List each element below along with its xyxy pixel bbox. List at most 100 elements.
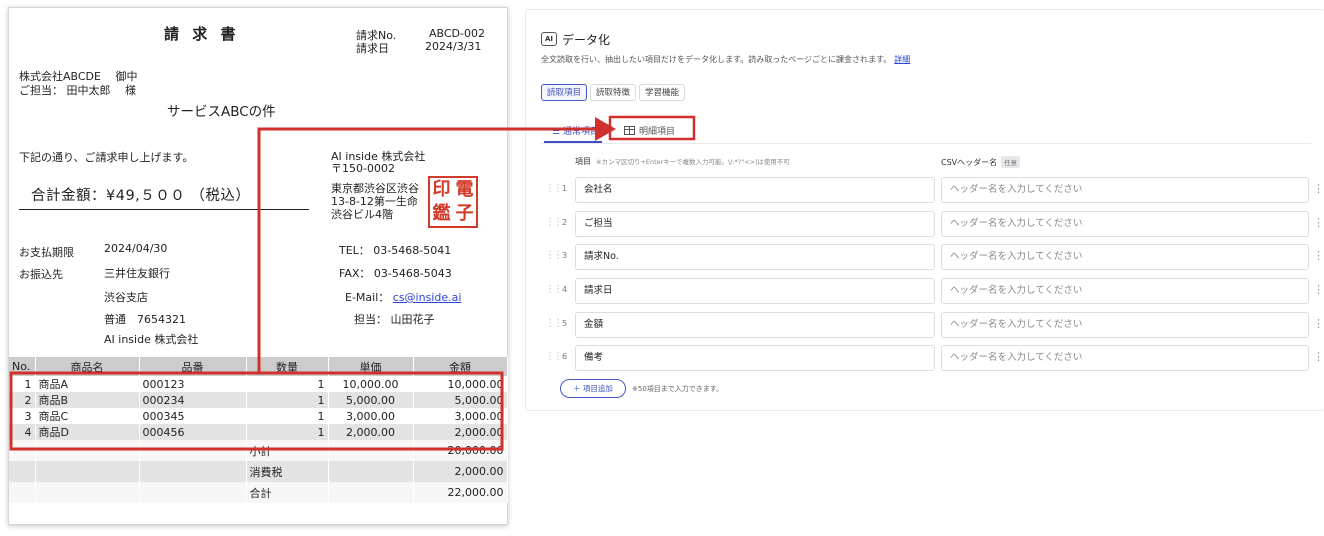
bank-label: お振込先 <box>19 268 63 281</box>
cell-amount: 5,000.00 <box>413 392 508 408</box>
cell-code: 000345 <box>139 408 247 424</box>
detail-link[interactable]: 詳細 <box>894 55 910 64</box>
ai-icon: AI <box>541 32 557 46</box>
more-menu-icon[interactable]: ⋮ <box>1313 216 1324 229</box>
item-name-input[interactable]: ご担当 <box>575 211 935 237</box>
csv-header-input[interactable]: ヘッダー名を入力してください <box>941 177 1309 203</box>
csv-header-input[interactable]: ヘッダー名を入力してください <box>941 244 1309 270</box>
optional-badge: 任意 <box>1001 156 1021 168</box>
cell-unit: 5,000.00 <box>328 392 414 408</box>
chip-read-items[interactable]: 読取項目 <box>541 84 588 101</box>
column-header-item: 項目 ※カンマ区切り+Enterキーで複数入力可能。\/:*?"<>|は使用不可 <box>575 156 790 167</box>
subtotal-row: 小計 20,000.00 <box>9 440 508 461</box>
cell-no: 2 <box>9 392 36 408</box>
email-link[interactable]: cs@inside.ai <box>393 291 462 304</box>
item-row: ⋮⋮ 6 備考 ヘッダー名を入力してください ⋮ <box>541 344 1324 372</box>
item-number: 2 <box>562 218 568 227</box>
drag-handle-icon[interactable]: ⋮⋮ <box>545 183 563 194</box>
tab-basic-items[interactable]: ☰ 通常項目 <box>552 124 599 140</box>
csv-header-input[interactable]: ヘッダー名を入力してください <box>941 211 1309 237</box>
invoice-date-value: 2024/3/31 <box>425 40 482 53</box>
grand-total-value: 22,000.00 <box>413 482 508 503</box>
issuer-zip: 〒150-0002 <box>331 162 395 175</box>
drag-handle-icon[interactable]: ⋮⋮ <box>545 284 563 295</box>
csv-column-label: CSVヘッダー名 <box>941 158 998 167</box>
cell-unit: 3,000.00 <box>328 408 414 424</box>
item-name-input[interactable]: 備考 <box>575 345 935 371</box>
cell-name: 商品A <box>35 376 140 392</box>
chip-read-features[interactable]: 読取特徴 <box>590 84 637 101</box>
table-row: 2 商品B 000234 1 5,000.00 5,000.00 <box>9 392 508 408</box>
item-number: 6 <box>562 352 568 361</box>
email-label: E-Mail： <box>345 291 390 304</box>
item-name-input[interactable]: 請求日 <box>575 278 935 304</box>
issuer-fax: FAX： 03-5468-5043 <box>339 267 452 280</box>
cell-qty: 1 <box>246 408 329 424</box>
table-row: 1 商品A 000123 1 10,000.00 10,000.00 <box>9 376 508 392</box>
panel-description: 全文読取を行い、抽出したい項目だけをデータ化します。読み取ったページごとに課金さ… <box>541 54 910 65</box>
description-text: 全文読取を行い、抽出したい項目だけをデータ化します。読み取ったページごとに課金さ… <box>541 55 892 64</box>
item-name-input[interactable]: 請求No. <box>575 244 935 270</box>
bank-name: 三井住友銀行 <box>104 267 170 280</box>
csv-header-input[interactable]: ヘッダー名を入力してください <box>941 345 1309 371</box>
panel-title: データ化 <box>562 33 611 47</box>
column-header-csv: CSVヘッダー名 任意 <box>941 156 1021 168</box>
seal-char: 印 <box>432 179 451 200</box>
invoice-subject: サービスABCの件 <box>167 104 276 120</box>
add-item-button[interactable]: ＋ 項目追加 <box>560 379 626 398</box>
item-name-input[interactable]: 会社名 <box>575 177 935 203</box>
grand-total-row: 合計 22,000.00 <box>9 482 508 503</box>
more-menu-icon[interactable]: ⋮ <box>1313 182 1324 195</box>
table-row: 3 商品C 000345 1 3,000.00 3,000.00 <box>9 408 508 424</box>
item-row: ⋮⋮ 2 ご担当 ヘッダー名を入力してください ⋮ <box>541 210 1324 238</box>
total-underline <box>19 209 309 210</box>
drag-handle-icon[interactable]: ⋮⋮ <box>545 217 563 228</box>
tab-detail-items[interactable]: 明細項目 <box>624 124 675 140</box>
total-amount: 合計金額：¥49,５００ （税込） <box>31 188 251 204</box>
item-row: ⋮⋮ 1 会社名 ヘッダー名を入力してください ⋮ <box>541 176 1324 204</box>
more-menu-icon[interactable]: ⋮ <box>1313 350 1324 363</box>
list-icon: ☰ <box>552 127 563 137</box>
due-label: お支払期限 <box>19 246 74 259</box>
seal-char: 電 <box>455 179 474 200</box>
cell-code: 000456 <box>139 424 247 440</box>
cell-code: 000123 <box>139 376 247 392</box>
item-number: 5 <box>562 319 568 328</box>
cell-no: 4 <box>9 424 36 440</box>
drag-handle-icon[interactable]: ⋮⋮ <box>545 351 563 362</box>
more-menu-icon[interactable]: ⋮ <box>1313 317 1324 330</box>
cell-name: 商品D <box>35 424 140 440</box>
table-header-row: No. 商品名 品番 数量 単価 金額 <box>9 357 508 376</box>
issuer-staff: 担当： 山田花子 <box>354 313 435 326</box>
drag-handle-icon[interactable]: ⋮⋮ <box>545 318 563 329</box>
seal-char: 子 <box>455 203 474 224</box>
invoice-no-value: ABCD-002 <box>429 27 485 40</box>
item-name-input[interactable]: 金額 <box>575 312 935 338</box>
client-person: ご担当： 田中太郎 様 <box>19 84 136 97</box>
cell-unit: 10,000.00 <box>328 376 414 392</box>
column-header: No. <box>9 357 36 376</box>
invoice-title: 請 求 書 <box>164 25 240 43</box>
cell-no: 3 <box>9 408 36 424</box>
more-menu-icon[interactable]: ⋮ <box>1313 283 1324 296</box>
issuer-email: E-Mail： cs@inside.ai <box>345 289 461 305</box>
cell-name: 商品B <box>35 392 140 408</box>
item-number: 4 <box>562 285 568 294</box>
greeting-text: 下記の通り、ご請求申し上げます。 <box>19 151 194 164</box>
invoice-items-table: No. 商品名 品番 数量 単価 金額 1 商品A 000123 1 10,00… <box>9 357 508 503</box>
column-header: 金額 <box>413 357 508 376</box>
data-extraction-panel: AI データ化 全文読取を行い、抽出したい項目だけをデータ化します。読み取ったペ… <box>525 9 1324 411</box>
drag-handle-icon[interactable]: ⋮⋮ <box>545 250 563 261</box>
bank-holder: AI inside 株式会社 <box>104 333 199 346</box>
tax-label: 消費税 <box>246 461 329 482</box>
cell-amount: 2,000.00 <box>413 424 508 440</box>
csv-header-input[interactable]: ヘッダー名を入力してください <box>941 312 1309 338</box>
csv-header-input[interactable]: ヘッダー名を入力してください <box>941 278 1309 304</box>
subtotal-value: 20,000.00 <box>413 440 508 461</box>
column-header: 品番 <box>139 357 247 376</box>
chip-learning[interactable]: 学習機能 <box>639 84 686 101</box>
table-row: 4 商品D 000456 1 2,000.00 2,000.00 <box>9 424 508 440</box>
more-menu-icon[interactable]: ⋮ <box>1313 249 1324 262</box>
cell-no: 1 <box>9 376 36 392</box>
invoice-document: 請 求 書 請求No. ABCD-002 請求日 2024/3/31 株式会社A… <box>8 7 508 525</box>
